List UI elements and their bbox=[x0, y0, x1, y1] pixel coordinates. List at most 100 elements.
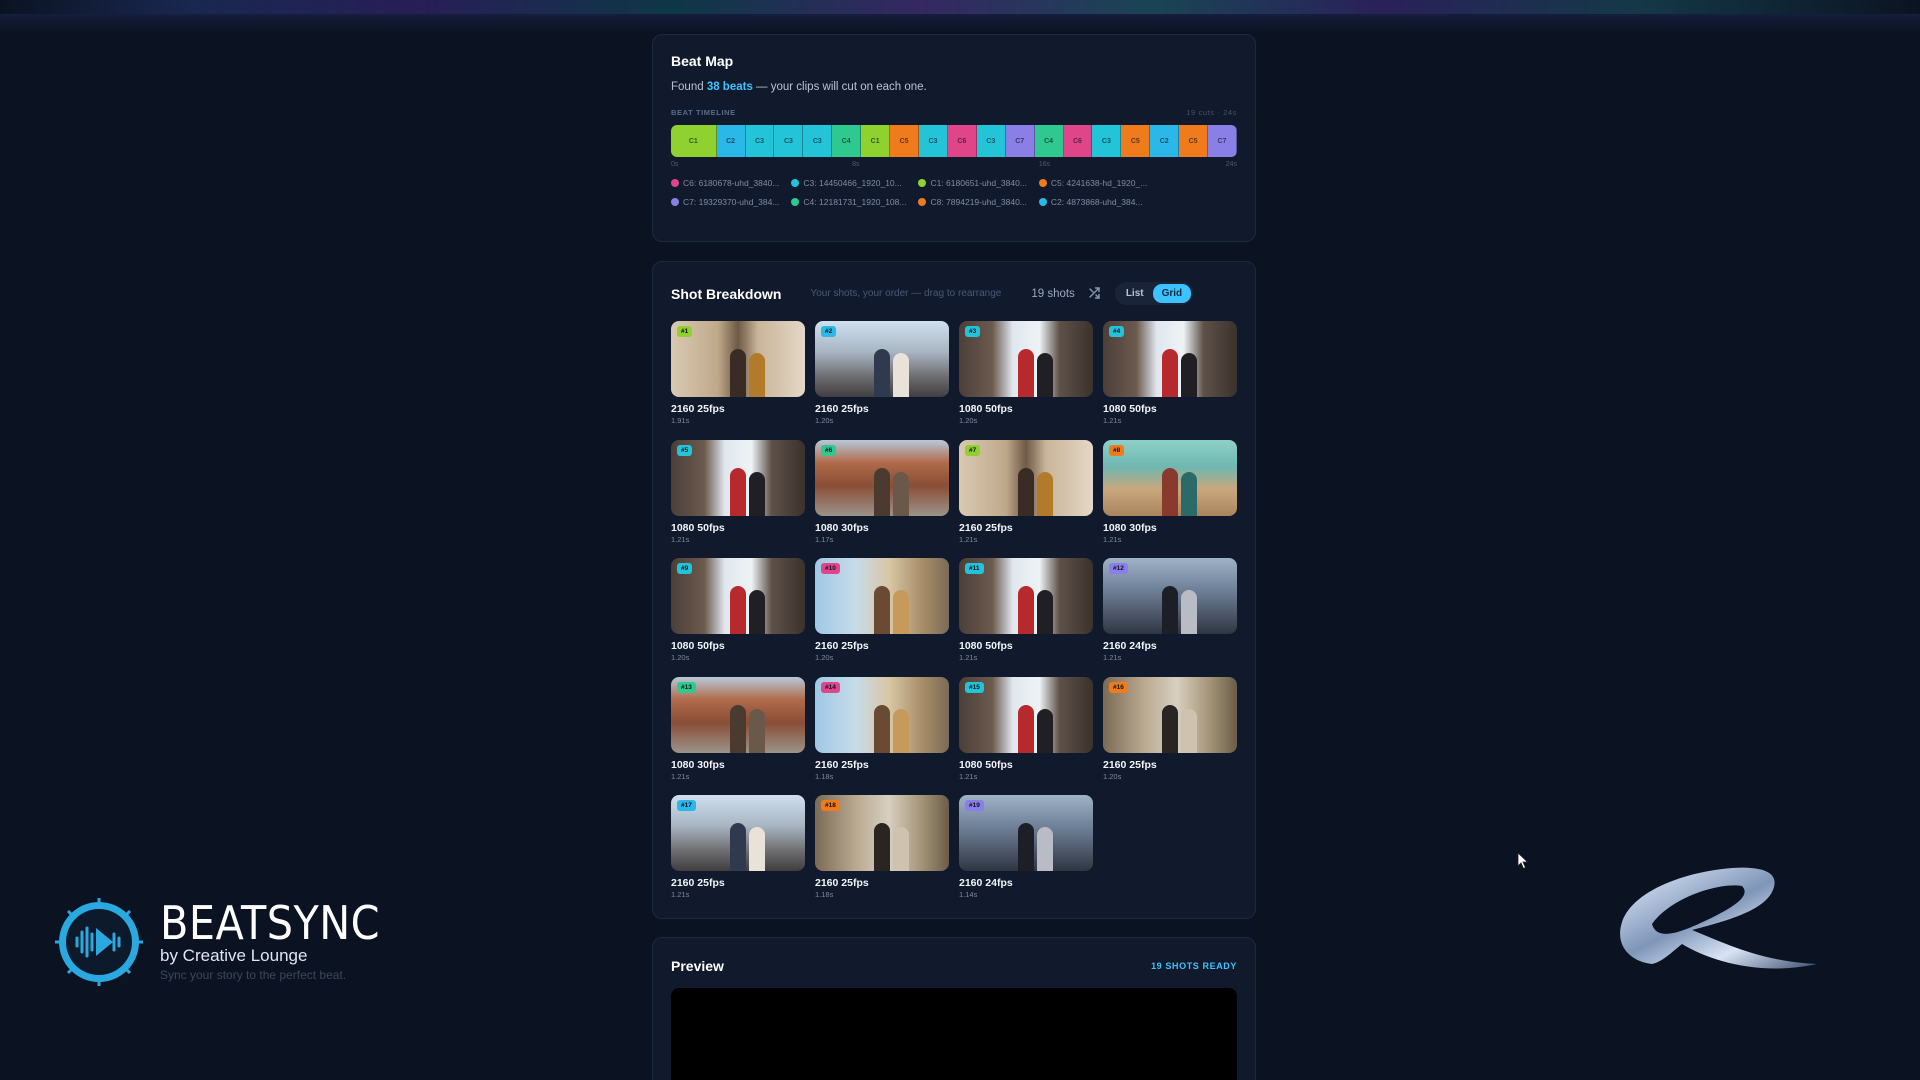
shot-thumbnail[interactable]: #10 bbox=[815, 558, 949, 634]
timeline-segment[interactable]: C7 bbox=[1005, 125, 1035, 157]
shot-thumbnail[interactable]: #11 bbox=[959, 558, 1093, 634]
timeline-segment[interactable]: C3 bbox=[745, 125, 775, 157]
shot-card[interactable]: #8 1080 30fps 1.21s bbox=[1103, 439, 1237, 559]
shot-card[interactable]: #2 2160 25fps 1.20s bbox=[815, 321, 949, 440]
timeline-segment[interactable]: C3 bbox=[1092, 125, 1122, 157]
thumbnail-figure bbox=[1017, 823, 1034, 871]
legend-item: C5: 4241638-hd_1920_... bbox=[1038, 178, 1147, 188]
shot-thumbnail[interactable]: #4 bbox=[1103, 321, 1237, 397]
shot-thumbnail[interactable]: #14 bbox=[815, 676, 949, 753]
shot-card[interactable]: #17 2160 25fps 1.21s bbox=[671, 795, 805, 914]
legend-item: C1: 6180651-uhd_3840... bbox=[918, 178, 1027, 188]
shot-number-badge: #5 bbox=[677, 444, 693, 456]
thumbnail-figure bbox=[1180, 353, 1197, 397]
shot-duration: 1.20s bbox=[815, 653, 834, 662]
timeline-segment[interactable]: C3 bbox=[919, 125, 948, 157]
shot-card[interactable]: #15 1080 50fps 1.21s bbox=[959, 676, 1093, 796]
brand-tagline: Sync your story to the perfect beat. bbox=[160, 968, 347, 982]
timeline-segment[interactable]: C5 bbox=[1121, 125, 1151, 157]
shot-card[interactable]: #1 2160 25fps 1.91s bbox=[671, 321, 805, 440]
shot-number-badge: #1 bbox=[677, 326, 693, 337]
shot-card[interactable]: #10 2160 25fps 1.20s bbox=[815, 558, 949, 677]
shot-thumbnail[interactable]: #8 bbox=[1103, 439, 1237, 516]
found-suffix: — your clips will cut on each one. bbox=[756, 81, 927, 93]
brand-text: BEATSYNC by Creative Lounge Sync your st… bbox=[160, 900, 404, 982]
shot-card[interactable]: #3 1080 50fps 1.20s bbox=[959, 321, 1093, 440]
shot-thumbnail[interactable]: #13 bbox=[671, 676, 805, 753]
shot-thumbnail[interactable]: #3 bbox=[959, 321, 1093, 397]
shot-card[interactable]: #13 1080 30fps 1.21s bbox=[671, 676, 805, 796]
shot-card[interactable]: #12 2160 24fps 1.21s bbox=[1103, 558, 1237, 677]
thumbnail-figure bbox=[729, 586, 746, 634]
shot-thumbnail[interactable]: #18 bbox=[815, 795, 949, 871]
legend-dot-icon bbox=[918, 198, 927, 206]
shot-number-badge: #8 bbox=[1109, 444, 1125, 456]
shot-resolution: 2160 25fps bbox=[671, 403, 725, 415]
shot-card[interactable]: #7 2160 25fps 1.21s bbox=[959, 439, 1093, 559]
timeline-segment[interactable]: C5 bbox=[1179, 125, 1209, 157]
shot-resolution: 2160 25fps bbox=[815, 640, 869, 652]
thumbnail-figure bbox=[1161, 704, 1178, 753]
thumbnail-figure bbox=[1161, 349, 1178, 397]
shot-thumbnail[interactable]: #12 bbox=[1103, 558, 1237, 634]
shot-thumbnail[interactable]: #6 bbox=[815, 439, 949, 516]
timeline-segment[interactable]: C3 bbox=[774, 125, 804, 157]
shot-card[interactable]: #16 2160 25fps 1.20s bbox=[1103, 676, 1237, 796]
timeline-segment[interactable]: C7 bbox=[1208, 125, 1237, 157]
timeline-header: BEAT TIMELINE 19 cuts · 24s bbox=[671, 108, 1237, 117]
shot-thumbnail[interactable]: #9 bbox=[671, 558, 805, 634]
shot-thumbnail[interactable]: #7 bbox=[959, 439, 1093, 516]
shot-resolution: 1080 30fps bbox=[815, 521, 869, 534]
shot-thumbnail[interactable]: #19 bbox=[959, 795, 1093, 871]
shot-number-badge: #13 bbox=[677, 681, 696, 693]
timeline-tick: 8s bbox=[852, 161, 860, 168]
shuffle-icon[interactable] bbox=[1087, 286, 1103, 302]
shot-card[interactable]: #11 1080 50fps 1.21s bbox=[959, 558, 1093, 677]
shot-duration: 1.18s bbox=[815, 890, 834, 899]
shot-thumbnail[interactable]: #2 bbox=[815, 321, 949, 397]
timeline-segment[interactable]: C2 bbox=[1150, 125, 1180, 157]
view-grid-button[interactable]: Grid bbox=[1152, 284, 1192, 303]
legend-label: C7: 19329370-uhd_384... bbox=[683, 197, 780, 207]
timeline-segment[interactable]: C6 bbox=[1063, 125, 1093, 157]
timeline-segment[interactable]: C1 bbox=[861, 125, 891, 157]
legend-label: C8: 7894219-uhd_3840... bbox=[930, 197, 1027, 207]
shot-thumbnail[interactable]: #16 bbox=[1103, 676, 1237, 753]
timeline-segment[interactable]: C2 bbox=[716, 125, 746, 157]
shot-thumbnail[interactable]: #17 bbox=[671, 795, 805, 871]
shot-card[interactable]: #9 1080 50fps 1.20s bbox=[671, 558, 805, 677]
preview-header: Preview 19 SHOTS READY bbox=[671, 958, 1237, 974]
view-list-button[interactable]: List bbox=[1117, 284, 1153, 303]
thumbnail-figure bbox=[873, 349, 890, 397]
timeline-segment[interactable]: C4 bbox=[832, 125, 862, 157]
shot-thumbnail[interactable]: #15 bbox=[959, 676, 1093, 753]
timeline-segment[interactable]: C6 bbox=[947, 125, 977, 157]
shot-card[interactable]: #4 1080 50fps 1.21s bbox=[1103, 321, 1237, 440]
timeline-segment[interactable]: C5 bbox=[890, 125, 919, 157]
timeline-segment[interactable]: C4 bbox=[1034, 125, 1064, 157]
timeline-tick: 16s bbox=[1038, 161, 1051, 168]
preview-card: Preview 19 SHOTS READY bbox=[652, 937, 1256, 1080]
timeline-segment[interactable]: C1 bbox=[671, 125, 717, 157]
preview-player[interactable] bbox=[671, 988, 1237, 1080]
shot-duration: 1.20s bbox=[815, 416, 834, 425]
beats-count: 38 beats bbox=[706, 81, 753, 93]
shot-card[interactable]: #19 2160 24fps 1.14s bbox=[959, 795, 1093, 914]
beat-timeline[interactable]: C1 C2 C3 C3 C3 C4 C1 C5 C3 C6 C3 C7 C4 C6 C3 C5 C2 C5 C7 bbox=[671, 125, 1237, 157]
timeline-ticks: 0s 8s 16s 24s bbox=[671, 160, 1237, 172]
shot-thumbnail[interactable]: #1 bbox=[671, 321, 805, 397]
shot-card[interactable]: #14 2160 25fps 1.18s bbox=[815, 676, 949, 796]
shot-number-badge: #3 bbox=[965, 326, 981, 337]
shot-card[interactable]: #18 2160 25fps 1.18s bbox=[815, 795, 949, 914]
shot-number-badge: #17 bbox=[677, 800, 696, 811]
timeline-segment[interactable]: C3 bbox=[976, 125, 1006, 157]
shot-card[interactable]: #5 1080 50fps 1.21s bbox=[671, 439, 805, 559]
timeline-segment[interactable]: C3 bbox=[803, 125, 833, 157]
thumbnail-figure bbox=[1036, 590, 1053, 634]
shot-number-badge: #4 bbox=[1109, 326, 1125, 337]
thumbnail-figure bbox=[748, 590, 765, 634]
shot-card[interactable]: #6 1080 30fps 1.17s bbox=[815, 439, 949, 559]
beats-found-text: Found 38 beats — your clips will cut on … bbox=[671, 81, 1237, 93]
shot-thumbnail[interactable]: #5 bbox=[671, 439, 805, 516]
shot-count: 19 shots bbox=[1031, 287, 1075, 300]
